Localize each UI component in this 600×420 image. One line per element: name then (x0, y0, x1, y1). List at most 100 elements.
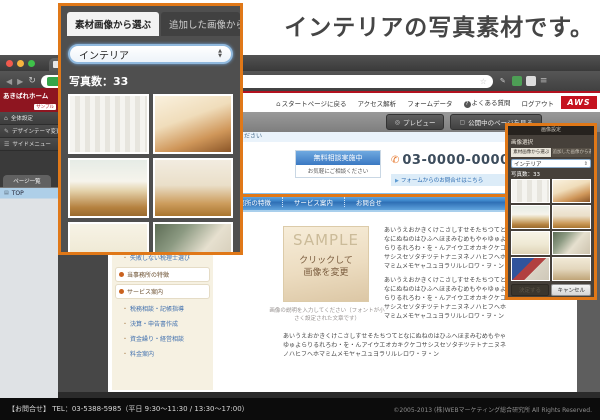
photo-curtains (70, 96, 147, 152)
bookmark-star-icon[interactable]: ☆ (480, 77, 487, 86)
sidebar-item-side-menu[interactable]: ☰ サイドメニュー (0, 138, 58, 151)
panel-body: 画像選択 素材画像から選ぶ 追加した画像から選ぶ インテリア ⇕ 写真数：33 (508, 135, 594, 298)
browser-menu-icon[interactable]: ≡ (540, 76, 548, 86)
site-nav-services[interactable]: サービス案内 (282, 197, 344, 207)
photo-dining (553, 206, 590, 228)
photo-thumbnail[interactable] (552, 257, 591, 281)
brand-logo: AWS (561, 96, 597, 109)
consult-sub: お気軽にご相談ください (296, 165, 380, 177)
cms-sidebar: あきばれホーム サンプル ⌂ 全体設定 ✎ デザインテーマ変更 ☰ サイドメニュ… (0, 88, 58, 398)
popup-tabs: 素材画像から選ぶ 追加した画像から選ぶ (61, 6, 240, 36)
bullet-icon: ・ (122, 319, 128, 328)
zoom-window-icon[interactable] (28, 60, 35, 67)
menu-item[interactable]: ・資金繰り・経営相談 (115, 331, 210, 346)
sample-image-placeholder[interactable]: SAMPLE クリックして 画像を変更 (283, 226, 369, 302)
tab-added-images[interactable]: 追加した画像から選ぶ (161, 12, 240, 36)
photo-table (553, 258, 590, 280)
close-window-icon[interactable] (6, 60, 13, 67)
footer-contact: 【お問合せ】 TEL：03-5388-5985（平日 9:30～11:30 / … (8, 404, 249, 414)
confirm-button[interactable]: 決定する (511, 284, 549, 296)
menu-item[interactable]: ・税務相談・記帳指導 (115, 301, 210, 316)
back-icon[interactable]: ◀ (6, 77, 12, 86)
bullet-icon (119, 272, 124, 277)
image-settings-panel: 画像設定 画像選択 素材画像から選ぶ 追加した画像から選ぶ インテリア ⇕ 写真… (505, 123, 597, 300)
reload-icon[interactable]: ↻ (28, 76, 36, 86)
photo-thumbnail[interactable] (68, 158, 149, 218)
cancel-button[interactable]: キャンセル (551, 284, 591, 296)
photo-kitchen (512, 206, 549, 228)
white-extension-icon[interactable] (526, 76, 536, 86)
cms-topnav: ⌂スタートページに戻る アクセス解析 フォームデータ ?よくある質問 ログアウト (276, 97, 600, 108)
photo-thumbnail[interactable] (552, 231, 591, 255)
page-title: インテリアの写真素材です。 (284, 8, 594, 42)
photo-thumbnail[interactable] (511, 231, 550, 255)
home-icon: ⌂ (276, 100, 280, 108)
photo-bedroom (155, 96, 232, 152)
tab-material-images[interactable]: 素材画像から選ぶ (511, 148, 551, 157)
sidebar-item-global-settings[interactable]: ⌂ 全体設定 (0, 112, 58, 125)
panel-tabs: 素材画像から選ぶ 追加した画像から選ぶ (511, 148, 591, 157)
photo-count: 写真数：33 (511, 170, 591, 178)
category-select[interactable]: インテリア ▲▼ (68, 44, 233, 64)
arrow-icon: ▶ (395, 178, 399, 184)
minimize-window-icon[interactable] (17, 60, 24, 67)
sidebar-item-design-theme[interactable]: ✎ デザインテーマ変更 (0, 125, 58, 138)
photo-count: 写真数：33 (69, 73, 240, 89)
topnav-access-analytics[interactable]: アクセス解析 (358, 98, 397, 108)
question-icon: ? (464, 101, 471, 108)
menu-section[interactable]: サービス案内 (115, 284, 210, 299)
forward-icon[interactable]: ▶ (17, 77, 23, 86)
callout-connector-line (238, 194, 505, 197)
menu-item[interactable]: ・料金案内 (115, 346, 210, 361)
photo-dining (155, 160, 232, 216)
photo-thumbnail[interactable] (511, 179, 550, 203)
photo-thumbnail[interactable] (552, 205, 591, 229)
select-arrows-icon: ▲▼ (218, 49, 222, 59)
placeholder-paragraph: あいうえおかきくけこさしすせそたちつてとなにぬねのはひふへほまみむめもやゃゆゅよ… (384, 276, 506, 322)
pencil-extension-icon[interactable]: ✎ (498, 76, 508, 86)
topnav-form-data[interactable]: フォームデータ (407, 98, 452, 108)
photo-living (553, 232, 590, 254)
list-icon: ☰ (4, 141, 9, 148)
magnified-panel-popup: 素材画像から選ぶ 追加した画像から選ぶ インテリア ▲▼ 写真数：33 (58, 3, 243, 255)
image-select-label: 画像選択 (511, 138, 591, 146)
photo-thumbnail[interactable] (68, 94, 149, 154)
screenshot-stage: インテリアの写真素材です。 ホーム... ◀ ▶ ↻ ☆ ✎ (0, 0, 600, 420)
photo-thumbnail[interactable] (153, 158, 234, 218)
photo-living (155, 224, 232, 255)
page-list-tab[interactable]: ページ一覧 (3, 175, 51, 187)
select-arrows-icon: ⇕ (584, 161, 588, 167)
photo-thumbnail[interactable] (68, 222, 149, 255)
consult-box: 無料相談実施中 お気軽にご相談ください (295, 150, 381, 178)
consult-title: 無料相談実施中 (296, 151, 380, 165)
tab-material-images[interactable]: 素材画像から選ぶ (67, 12, 159, 36)
page-list-panel: ▤ TOP (0, 187, 58, 398)
topnav-faq[interactable]: ?よくある質問 (464, 97, 511, 108)
bullet-icon: ・ (122, 304, 128, 313)
sample-watermark: SAMPLE (284, 231, 368, 249)
topnav-logout[interactable]: ログアウト (522, 98, 555, 108)
category-select[interactable]: インテリア ⇕ (511, 159, 591, 168)
panel-buttons: 決定する キャンセル (511, 284, 591, 296)
contact-form-link[interactable]: ▶フォームからのお問合せはこちら (391, 174, 517, 186)
photo-thumbnail[interactable] (552, 179, 591, 203)
photo-grid (68, 94, 233, 255)
site-nav-contact[interactable]: お問合せ (344, 197, 393, 207)
menu-section[interactable]: 当事務所の特徴 (115, 267, 210, 282)
cms-logo-text: あきばれホーム (3, 90, 55, 100)
photo-thumbnail[interactable] (153, 94, 234, 154)
photo-window (70, 224, 147, 255)
topnav-start-page[interactable]: ⌂スタートページに戻る (276, 98, 346, 108)
photo-thumbnail[interactable] (511, 205, 550, 229)
photo-thumbnail[interactable] (153, 222, 234, 255)
photo-thumbnail[interactable] (511, 257, 550, 281)
tab-added-images[interactable]: 追加した画像から選ぶ (552, 148, 591, 157)
menu-item[interactable]: ・決算・申告書作成 (115, 316, 210, 331)
monitor-icon: ▢ (459, 119, 465, 126)
bullet-icon: ・ (122, 334, 128, 343)
green-extension-icon[interactable] (512, 76, 522, 86)
preview-icon: ◎ (395, 119, 400, 126)
placeholder-paragraph: あいうえおかきくけこさしすせそたちつてとなにぬねのはひふへほまみむめもやゃゆゅよ… (283, 332, 506, 376)
page-list-item-top[interactable]: ▤ TOP (0, 188, 58, 199)
preview-button[interactable]: ◎ プレビュー (386, 114, 445, 130)
